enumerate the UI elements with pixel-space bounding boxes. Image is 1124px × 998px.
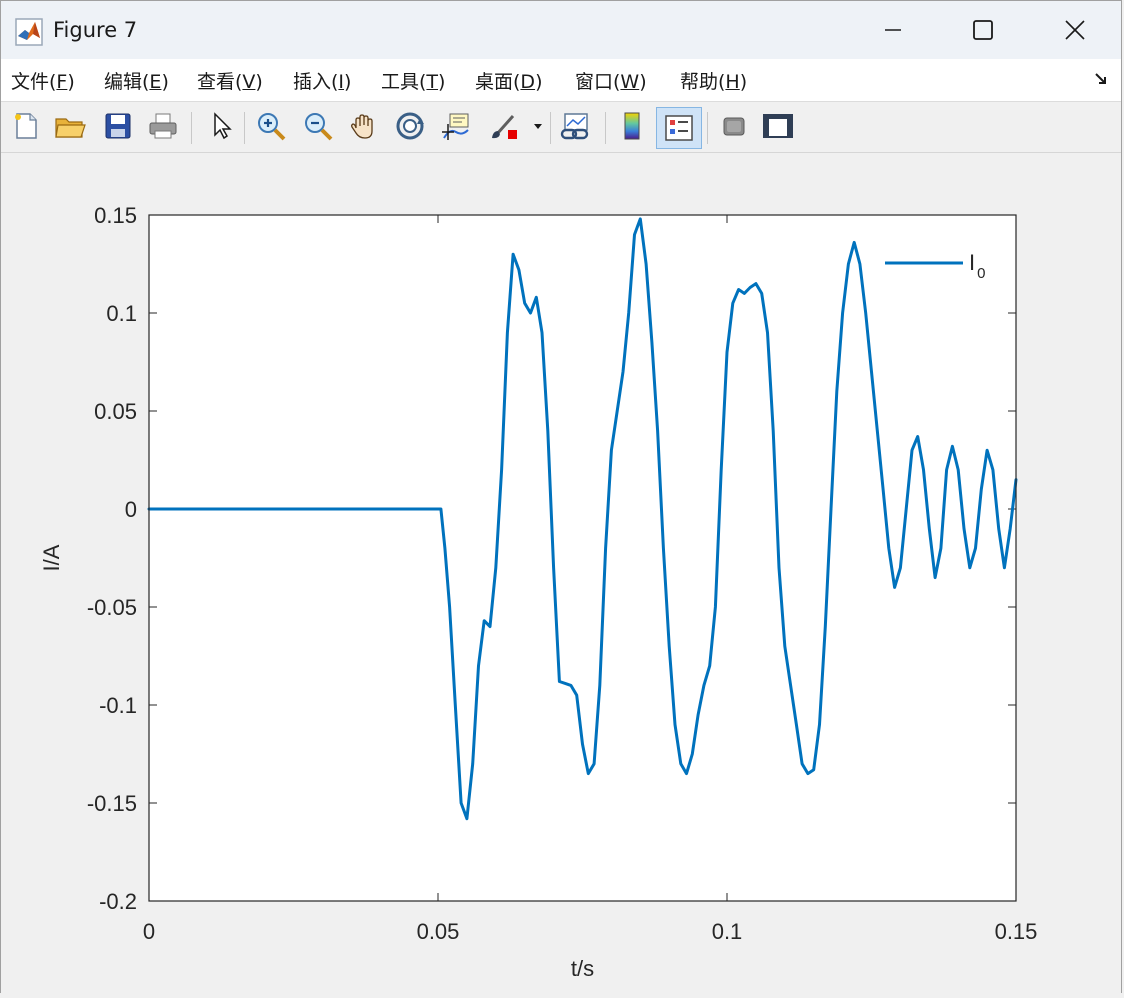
pointer-icon: [214, 112, 232, 140]
y-tick-label: 0.15: [94, 203, 137, 228]
colorbar-button[interactable]: [615, 109, 649, 143]
toolbar-separator: [707, 112, 708, 144]
axes-background: [149, 215, 1016, 901]
pan-icon: [351, 114, 373, 139]
save-icon: [105, 113, 131, 139]
colorbar-icon: [624, 112, 640, 140]
x-tick-label: 0: [143, 919, 155, 944]
toolbar-separator: [550, 112, 551, 144]
figure-canvas: 0.15 0.1 0.05 0 -0.05 -0.1 -0.15 -0.2 0 0.05 0.1 0…: [1, 153, 1121, 994]
maximize-button[interactable]: [937, 1, 1029, 59]
line-chart[interactable]: 0.15 0.1 0.05 0 -0.05 -0.1 -0.15 -0.2 0 0.05 0.1 0…: [1, 153, 1121, 994]
y-tick-label: -0.2: [99, 889, 137, 914]
x-tick-label: 0.05: [417, 919, 460, 944]
menu-window[interactable]: 窗口(W): [575, 67, 647, 94]
menu-help[interactable]: 帮助(H): [680, 67, 747, 94]
menu-desktop[interactable]: 桌面(D): [475, 67, 542, 94]
brush-icon: [492, 115, 517, 139]
legend-series-name: I: [969, 250, 975, 275]
x-axis-label: t/s: [571, 956, 594, 981]
y-axis-label: I/A: [39, 544, 64, 571]
legend-series-subscript: 0: [977, 265, 985, 282]
x-tick-label: 0.1: [712, 919, 743, 944]
maximize-icon: [973, 20, 993, 40]
y-tick-label: 0.05: [94, 399, 137, 424]
close-icon: [1065, 20, 1085, 40]
menu-insert[interactable]: 插入(I): [293, 67, 351, 94]
x-tick-label: 0.15: [995, 919, 1038, 944]
y-tick-label: -0.1: [99, 693, 137, 718]
brush-button[interactable]: [487, 109, 521, 143]
rotate-3d-icon: [396, 112, 424, 140]
open-file-button[interactable]: [53, 109, 87, 143]
new-figure-button[interactable]: [9, 109, 43, 143]
hide-plot-tools-icon: [723, 117, 745, 136]
save-button[interactable]: [101, 109, 135, 143]
hide-plot-tools-button[interactable]: [717, 109, 751, 143]
show-plot-tools-icon: [763, 114, 793, 138]
menu-view[interactable]: 查看(V): [197, 67, 263, 94]
link-plot-icon: [560, 113, 589, 140]
rotate-3d-button[interactable]: [393, 109, 427, 143]
zoom-out-button[interactable]: [301, 109, 335, 143]
zoom-in-icon: [258, 113, 286, 141]
pan-button[interactable]: [347, 109, 381, 143]
dock-arrow-icon[interactable]: [1093, 71, 1109, 87]
toolbar-separator: [191, 112, 192, 144]
toolbar: [1, 102, 1121, 153]
print-icon: [149, 113, 177, 139]
open-file-icon: [55, 118, 86, 138]
print-button[interactable]: [146, 109, 180, 143]
new-figure-icon: [15, 113, 37, 139]
toolbar-separator: [605, 112, 606, 144]
toolbar-separator: [244, 112, 245, 144]
minimize-icon: [885, 29, 901, 31]
y-tick-label: 0: [125, 497, 137, 522]
menu-edit[interactable]: 编辑(E): [104, 67, 169, 94]
close-button[interactable]: [1029, 1, 1121, 59]
menu-file[interactable]: 文件(F): [11, 67, 75, 94]
legend-icon: [665, 115, 693, 141]
zoom-in-button[interactable]: [254, 109, 288, 143]
brush-dropdown-icon[interactable]: [533, 123, 543, 131]
zoom-out-icon: [305, 113, 333, 141]
link-plot-button[interactable]: [559, 109, 593, 143]
y-tick-label: -0.05: [87, 595, 137, 620]
matlab-logo-icon: [15, 18, 43, 46]
pointer-button[interactable]: [204, 109, 238, 143]
title-bar[interactable]: Figure 7: [1, 1, 1121, 59]
data-cursor-button[interactable]: [439, 109, 473, 143]
data-cursor-icon: [442, 113, 469, 140]
show-plot-tools-button[interactable]: [761, 109, 795, 143]
minimize-button[interactable]: [847, 1, 939, 59]
y-tick-label: 0.1: [106, 301, 137, 326]
legend-button[interactable]: [656, 107, 702, 149]
menu-bar: 文件(F) 编辑(E) 查看(V) 插入(I) 工具(T) 桌面(D) 窗口(W…: [1, 59, 1121, 102]
window-title: Figure 7: [53, 18, 138, 42]
y-tick-label: -0.15: [87, 791, 137, 816]
menu-tools[interactable]: 工具(T): [381, 67, 445, 94]
figure-window: Figure 7 文件(F) 编辑(E) 查看(V) 插入(I) 工具(T) 桌…: [0, 0, 1122, 994]
